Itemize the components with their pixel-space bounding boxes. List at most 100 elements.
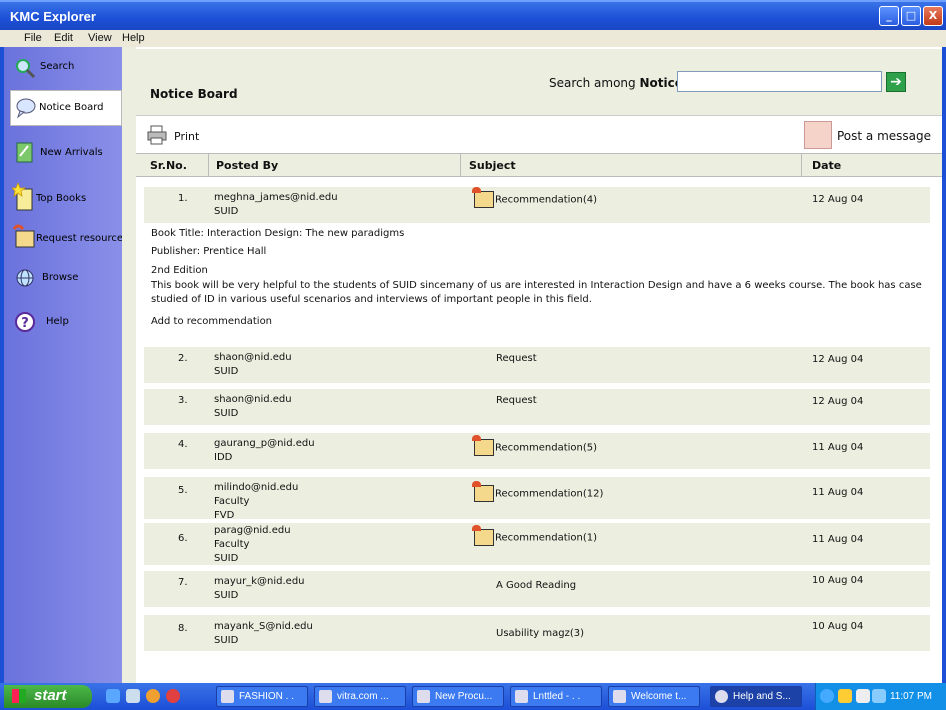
- add-to-recommendation-link[interactable]: Add to recommendation: [151, 315, 272, 329]
- poster-email: shaon@nid.edu: [214, 394, 292, 405]
- media-player-icon[interactable]: [146, 689, 160, 703]
- subject-link[interactable]: Recommendation(4): [472, 187, 597, 208]
- menu-edit[interactable]: Edit: [54, 32, 73, 44]
- window-icon: [613, 690, 626, 703]
- table-row[interactable]: 5. milindo@nid.edu Faculty FVD Recommendat…: [144, 477, 930, 521]
- subject-link[interactable]: Recommendation(12): [472, 481, 604, 502]
- poster-email: mayank_S@nid.edu: [214, 621, 313, 632]
- subject-link[interactable]: A Good Reading: [496, 580, 576, 591]
- sidebar-item-help[interactable]: ? Help: [10, 305, 122, 339]
- window-icon: [515, 690, 528, 703]
- internet-explorer-icon[interactable]: [106, 689, 120, 703]
- subject-link[interactable]: Recommendation(5): [472, 435, 598, 456]
- tray-network-icon[interactable]: [872, 689, 886, 703]
- task-label: vitra.com ...: [337, 691, 389, 702]
- print-label: Print: [174, 130, 200, 143]
- task-label: FASHION . .: [239, 691, 295, 702]
- post-date: 12 Aug 04: [812, 354, 864, 365]
- folder-arrow-icon: [12, 224, 35, 248]
- column-header-date: Date: [812, 159, 842, 172]
- poster-email: mayur_k@nid.edu: [214, 576, 305, 587]
- taskbar: start FASHION . . vitra.com ... New Proc…: [0, 683, 946, 710]
- menu-view[interactable]: View: [88, 32, 112, 44]
- taskbar-task-vitra[interactable]: vitra.com ...: [314, 686, 406, 707]
- row-number: 8.: [178, 623, 188, 634]
- poster-dept: FVD: [214, 510, 235, 521]
- task-label: Help and S...: [733, 691, 791, 702]
- post-date: 12 Aug 04: [812, 194, 864, 205]
- table-row[interactable]: 6. parag@nid.edu Faculty SUID Recommendati…: [144, 523, 930, 565]
- sidebar-item-label: Request resource: [36, 233, 124, 244]
- taskbar-task-new-procu[interactable]: New Procu...: [412, 686, 504, 707]
- poster-dept: SUID: [214, 206, 239, 217]
- column-header-subject: Subject: [469, 159, 516, 172]
- folder-arrow-icon: [472, 481, 494, 502]
- subject-text: Recommendation(5): [495, 442, 598, 454]
- outlook-icon[interactable]: [126, 689, 140, 703]
- tray-mail-icon[interactable]: [856, 689, 870, 703]
- table-row[interactable]: 2. shaon@nid.edu SUID Request 12 Aug 04: [144, 347, 930, 383]
- search-input[interactable]: [677, 71, 882, 92]
- magnifier-icon: [16, 59, 36, 79]
- table-row[interactable]: 7. mayur_k@nid.edu SUID A Good Reading 10…: [144, 571, 930, 607]
- sidebar-item-label: Browse: [42, 272, 79, 283]
- tray-chevron-icon[interactable]: [820, 689, 834, 703]
- star-book-icon: [12, 183, 33, 211]
- post-date: 10 Aug 04: [812, 575, 864, 586]
- sidebar-item-request-resource[interactable]: Request resource: [10, 221, 124, 255]
- window-frame-right: [942, 47, 946, 683]
- folder-arrow-icon: [472, 435, 494, 456]
- messenger-icon[interactable]: [166, 689, 180, 703]
- posted-by: shaon@nid.edu SUID: [214, 393, 292, 421]
- close-button[interactable]: X: [923, 6, 943, 26]
- minimize-button[interactable]: _: [879, 6, 899, 26]
- window-icon: [319, 690, 332, 703]
- taskbar-task-fashion[interactable]: FASHION . .: [216, 686, 308, 707]
- table-row[interactable]: 4. gaurang_p@nid.edu IDD Recommendation(5…: [144, 433, 930, 469]
- menu-file[interactable]: File: [24, 32, 42, 44]
- sidebar-item-label: Help: [46, 316, 69, 327]
- sidebar-item-search[interactable]: Search: [10, 51, 122, 85]
- title-bar: KMC Explorer _ □ X: [0, 0, 946, 30]
- poster-dept: SUID: [214, 366, 239, 377]
- folder-arrow-icon: [472, 525, 494, 546]
- sidebar-item-new-arrivals[interactable]: New Arrivals: [10, 135, 122, 169]
- maximize-button[interactable]: □: [901, 6, 921, 26]
- sidebar-item-browse[interactable]: Browse: [10, 261, 122, 295]
- taskbar-task-welcome[interactable]: Welcome t...: [608, 686, 700, 707]
- subject-text: Recommendation(12): [495, 488, 604, 500]
- menu-help[interactable]: Help: [122, 32, 145, 44]
- sidebar-item-notice-board[interactable]: Notice Board: [10, 90, 122, 126]
- posted-by: parag@nid.edu Faculty SUID: [214, 524, 291, 566]
- table-row[interactable]: 8. mayank_S@nid.edu SUID Usability magz(3…: [144, 615, 930, 651]
- poster-dept: IDD: [214, 452, 233, 463]
- post-date: 11 Aug 04: [812, 534, 864, 545]
- poster-email: milindo@nid.edu: [214, 482, 299, 493]
- tray-pencil-icon[interactable]: [838, 689, 852, 703]
- sidebar-item-top-books[interactable]: Top Books: [10, 181, 122, 215]
- row-number: 4.: [178, 439, 188, 450]
- poster-role: Faculty: [214, 496, 250, 507]
- column-header-srno: Sr.No.: [150, 159, 187, 172]
- post-date: 11 Aug 04: [812, 487, 864, 498]
- row-number: 2.: [178, 353, 188, 364]
- subject-link[interactable]: Request: [496, 395, 537, 406]
- window-icon: [417, 690, 430, 703]
- taskbar-task-untitled[interactable]: Lnttled - . .: [510, 686, 602, 707]
- subject-link[interactable]: Request: [496, 353, 537, 364]
- task-label: New Procu...: [435, 691, 493, 702]
- subject-link[interactable]: Recommendation(1): [472, 525, 597, 546]
- speech-bubble-icon: [16, 98, 36, 119]
- taskbar-task-help-and-support[interactable]: Help and S...: [710, 686, 802, 707]
- table-row[interactable]: 3. shaon@nid.edu SUID Request 12 Aug 04: [144, 389, 930, 425]
- column-divider: [801, 154, 802, 176]
- search-go-button[interactable]: ➔: [886, 72, 906, 92]
- poster-email: gaurang_p@nid.edu: [214, 438, 315, 449]
- table-row[interactable]: 1. meghna_james@nid.edu SUID Recommendati…: [144, 187, 930, 223]
- start-label: start: [34, 687, 67, 704]
- column-divider: [460, 154, 461, 176]
- start-button[interactable]: start: [4, 685, 92, 708]
- book-edition: 2nd Edition: [151, 265, 208, 276]
- subject-link[interactable]: Usability magz(3): [496, 628, 584, 639]
- post-message-button[interactable]: Post a message: [804, 121, 936, 151]
